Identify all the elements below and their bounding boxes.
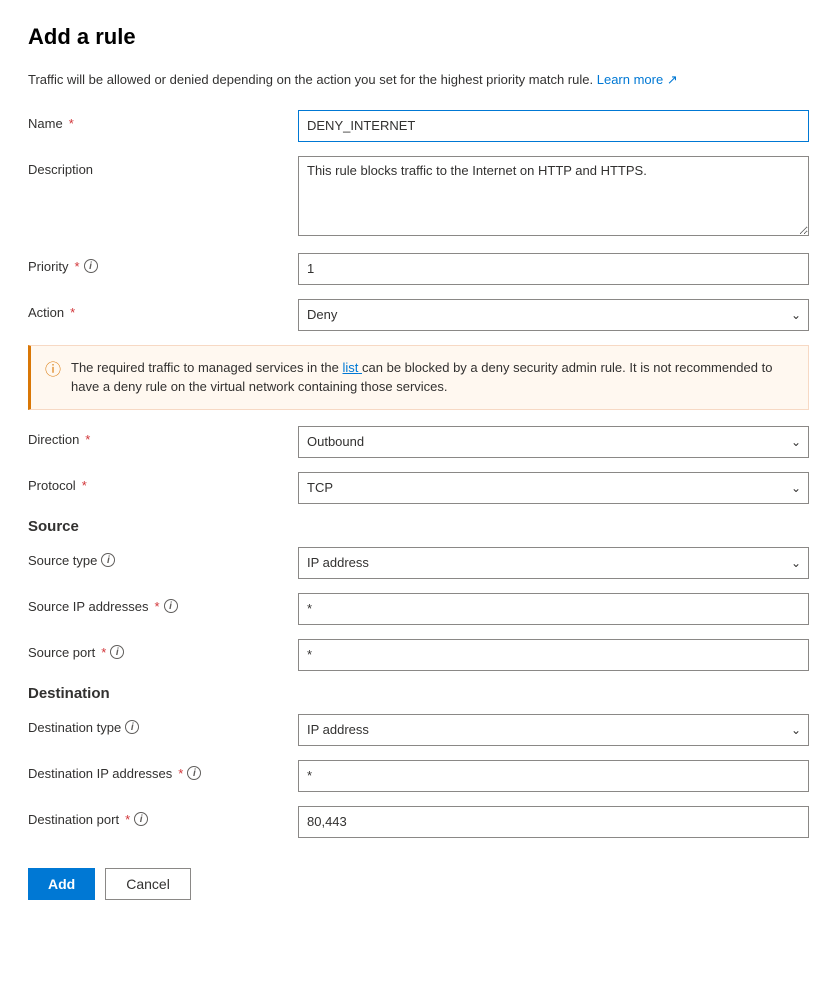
source-port-info-icon[interactable]: i <box>110 645 124 659</box>
source-ip-input[interactable] <box>298 593 809 625</box>
action-select[interactable]: Allow Deny <box>298 299 809 331</box>
source-ip-row: Source IP addresses * i <box>28 593 809 625</box>
direction-field-wrapper: Inbound Outbound ⌄ <box>298 426 809 458</box>
protocol-label: Protocol * <box>28 472 298 493</box>
add-button[interactable]: Add <box>28 868 95 900</box>
learn-more-link[interactable]: Learn more ↗ <box>597 72 678 87</box>
destination-type-select-wrapper: IP address Service Tag ⌄ <box>298 714 809 746</box>
priority-input[interactable] <box>298 253 809 285</box>
direction-required-indicator: * <box>85 432 90 447</box>
direction-row: Direction * Inbound Outbound ⌄ <box>28 426 809 458</box>
warning-text: The required traffic to managed services… <box>71 358 794 397</box>
direction-label: Direction * <box>28 426 298 447</box>
protocol-select-wrapper: Any TCP UDP ICMP ⌄ <box>298 472 809 504</box>
action-row: Action * Allow Deny ⌄ <box>28 299 809 331</box>
destination-type-field-wrapper: IP address Service Tag ⌄ <box>298 714 809 746</box>
description-input[interactable] <box>298 156 809 236</box>
destination-type-row: Destination type i IP address Service Ta… <box>28 714 809 746</box>
name-required-indicator: * <box>69 116 74 131</box>
source-section-header: Source <box>28 518 809 535</box>
action-label: Action * <box>28 299 298 320</box>
external-link-icon: ↗ <box>667 72 678 87</box>
destination-port-field-wrapper <box>298 806 809 838</box>
priority-field-wrapper <box>298 253 809 285</box>
description-field-wrapper <box>298 156 809 239</box>
destination-port-info-icon[interactable]: i <box>134 812 148 826</box>
destination-port-input[interactable] <box>298 806 809 838</box>
source-ip-required-indicator: * <box>154 599 159 614</box>
destination-ip-label: Destination IP addresses * i <box>28 760 298 781</box>
source-port-input[interactable] <box>298 639 809 671</box>
protocol-required-indicator: * <box>82 478 87 493</box>
destination-ip-field-wrapper <box>298 760 809 792</box>
name-field-wrapper <box>298 110 809 142</box>
button-row: Add Cancel <box>28 858 809 900</box>
direction-select[interactable]: Inbound Outbound <box>298 426 809 458</box>
destination-ip-row: Destination IP addresses * i <box>28 760 809 792</box>
action-required-indicator: * <box>70 305 75 320</box>
warning-box: ⓘ The required traffic to managed servic… <box>28 345 809 410</box>
warning-icon: ⓘ <box>45 359 61 383</box>
priority-row: Priority * i <box>28 253 809 285</box>
destination-ip-info-icon[interactable]: i <box>187 766 201 780</box>
destination-type-info-icon[interactable]: i <box>125 720 139 734</box>
protocol-select[interactable]: Any TCP UDP ICMP <box>298 472 809 504</box>
action-field-wrapper: Allow Deny ⌄ <box>298 299 809 331</box>
source-port-label: Source port * i <box>28 639 298 660</box>
source-type-select-wrapper: IP address Service Tag ⌄ <box>298 547 809 579</box>
source-type-row: Source type i IP address Service Tag ⌄ <box>28 547 809 579</box>
destination-port-row: Destination port * i <box>28 806 809 838</box>
source-type-info-icon[interactable]: i <box>101 553 115 567</box>
source-ip-field-wrapper <box>298 593 809 625</box>
source-type-select[interactable]: IP address Service Tag <box>298 547 809 579</box>
destination-port-required-indicator: * <box>125 812 130 827</box>
description-row: Description <box>28 156 809 239</box>
source-port-row: Source port * i <box>28 639 809 671</box>
priority-info-icon[interactable]: i <box>84 259 98 273</box>
destination-ip-required-indicator: * <box>178 766 183 781</box>
source-type-field-wrapper: IP address Service Tag ⌄ <box>298 547 809 579</box>
destination-section-header: Destination <box>28 685 809 702</box>
name-input[interactable] <box>298 110 809 142</box>
cancel-button[interactable]: Cancel <box>105 868 191 900</box>
action-select-wrapper: Allow Deny ⌄ <box>298 299 809 331</box>
destination-port-label: Destination port * i <box>28 806 298 827</box>
source-port-field-wrapper <box>298 639 809 671</box>
source-port-required-indicator: * <box>101 645 106 660</box>
priority-label: Priority * i <box>28 253 298 274</box>
direction-select-wrapper: Inbound Outbound ⌄ <box>298 426 809 458</box>
destination-ip-input[interactable] <box>298 760 809 792</box>
info-text: Traffic will be allowed or denied depend… <box>28 70 809 90</box>
protocol-field-wrapper: Any TCP UDP ICMP ⌄ <box>298 472 809 504</box>
protocol-row: Protocol * Any TCP UDP ICMP ⌄ <box>28 472 809 504</box>
description-label: Description <box>28 156 298 177</box>
source-ip-info-icon[interactable]: i <box>164 599 178 613</box>
name-label: Name * <box>28 110 298 131</box>
source-type-label: Source type i <box>28 547 298 568</box>
name-row: Name * <box>28 110 809 142</box>
page-title: Add a rule <box>28 24 809 50</box>
source-ip-label: Source IP addresses * i <box>28 593 298 614</box>
destination-type-select[interactable]: IP address Service Tag <box>298 714 809 746</box>
priority-required-indicator: * <box>74 259 79 274</box>
destination-type-label: Destination type i <box>28 714 298 735</box>
warning-list-link[interactable]: list <box>343 360 363 375</box>
